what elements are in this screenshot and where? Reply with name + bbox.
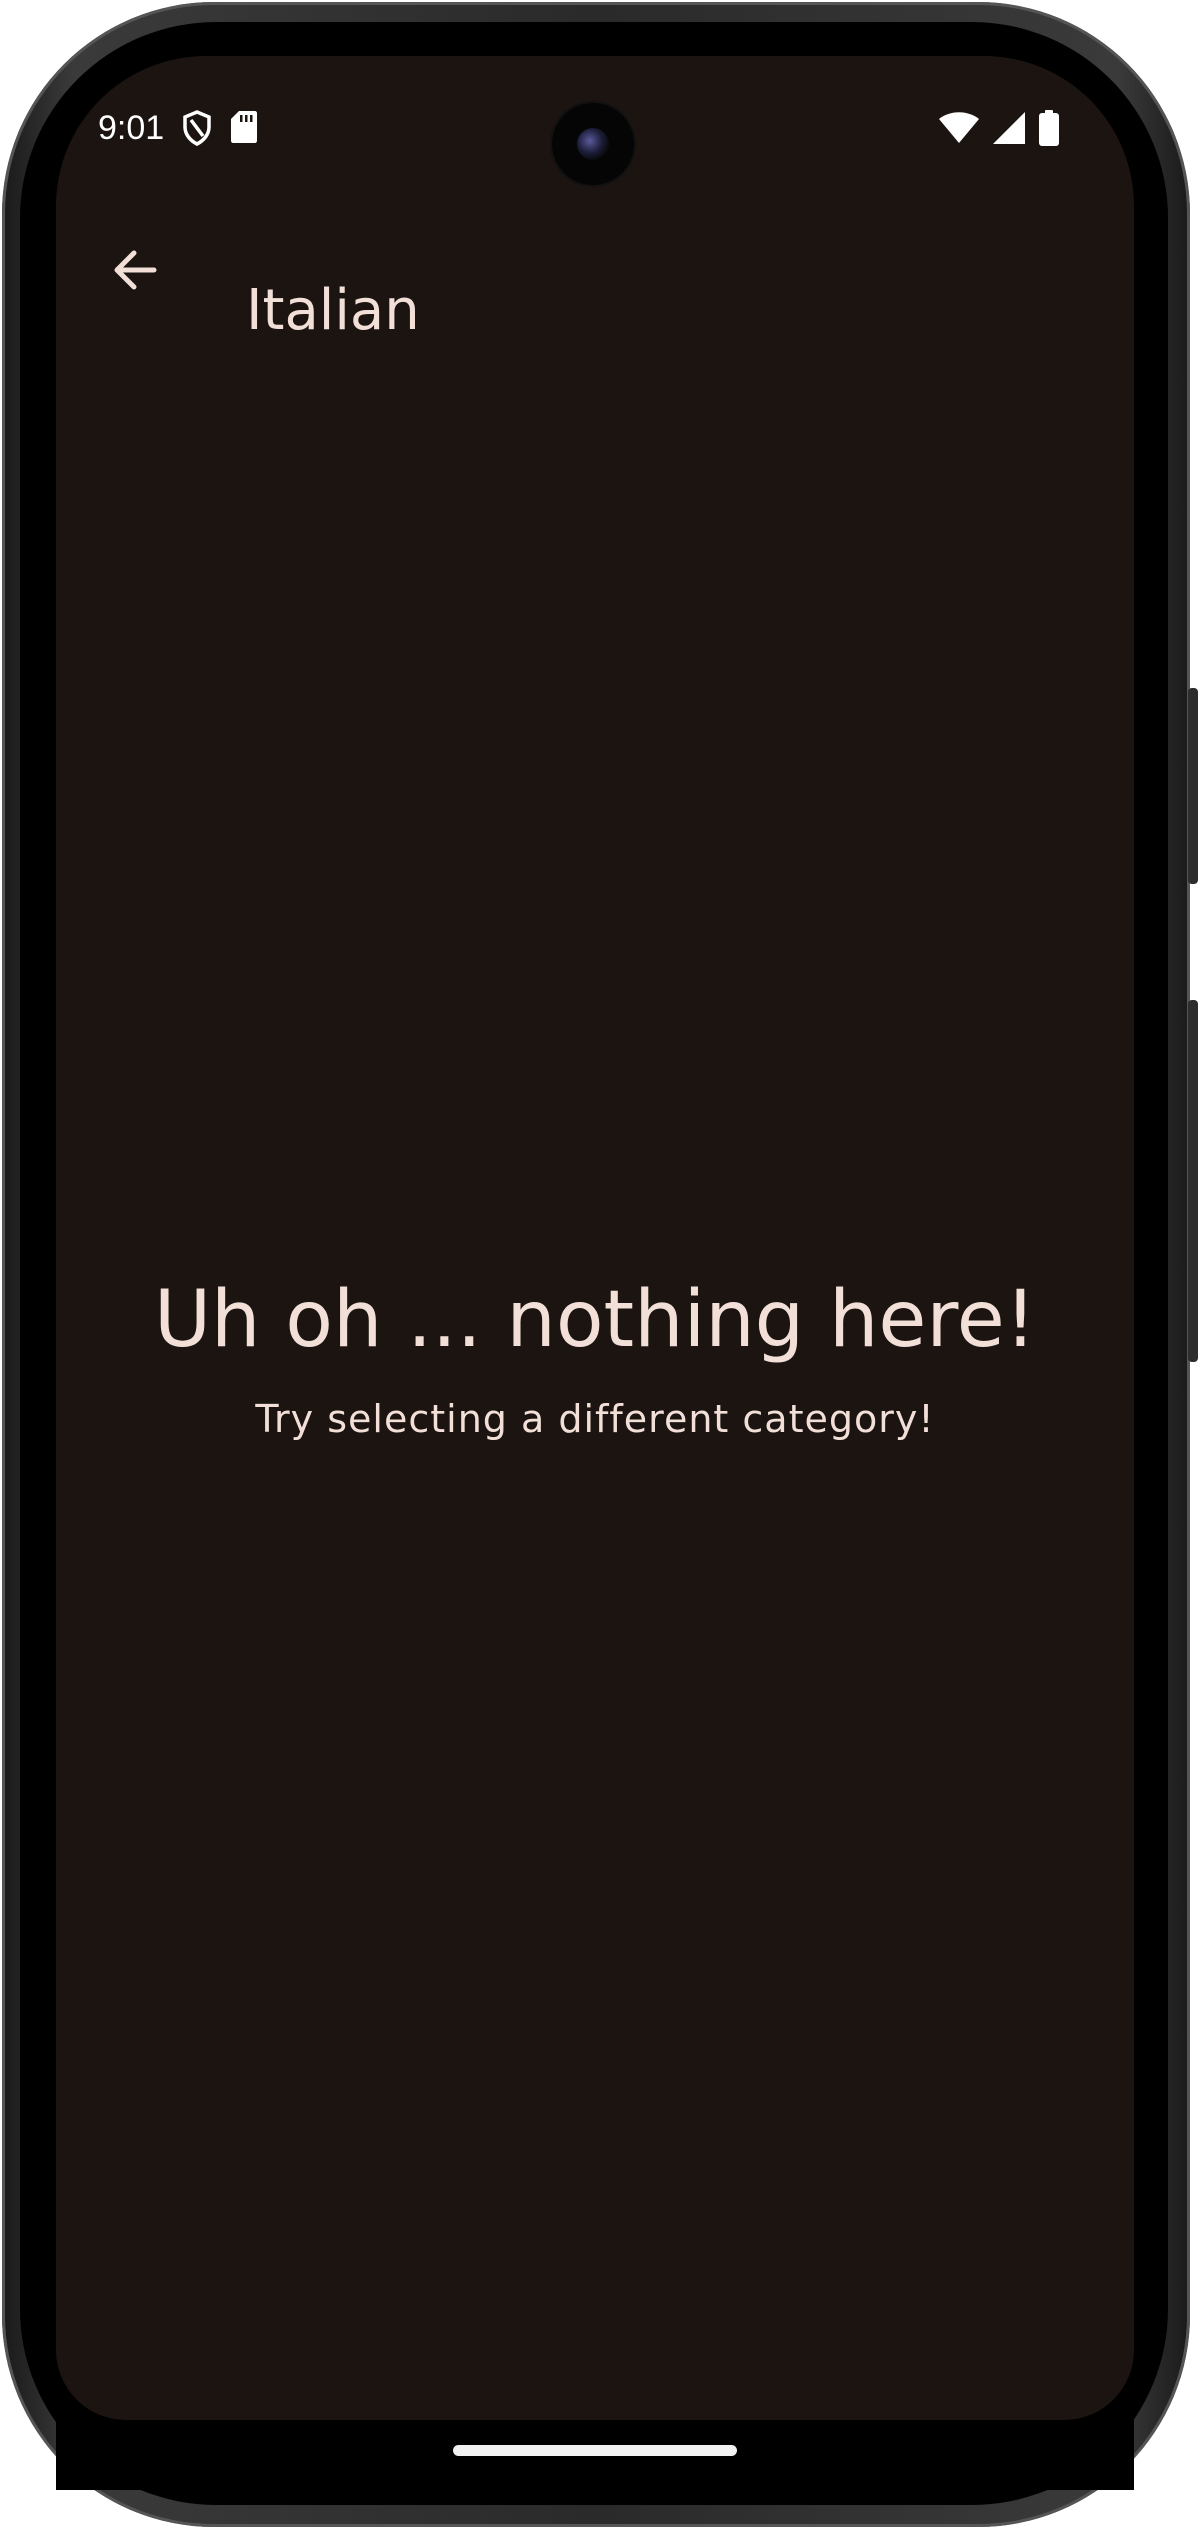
home-indicator[interactable] bbox=[453, 2445, 737, 2456]
back-button[interactable] bbox=[94, 232, 174, 312]
status-bar: 9:01 bbox=[98, 106, 1078, 150]
app-screen bbox=[56, 56, 1134, 2420]
status-left-icons bbox=[182, 110, 258, 151]
battery-icon bbox=[1038, 110, 1060, 151]
status-right-icons bbox=[938, 110, 1060, 151]
empty-state-message: Try selecting a different category! bbox=[255, 1397, 935, 1441]
page-title: Italian bbox=[246, 277, 420, 343]
volume-button bbox=[1188, 1000, 1198, 1362]
shield-icon bbox=[182, 110, 212, 151]
empty-state: Uh oh ... nothing here! Try selecting a … bbox=[56, 1270, 1134, 1444]
wifi-icon bbox=[938, 111, 980, 150]
signal-icon bbox=[992, 111, 1026, 150]
empty-state-heading: Uh oh ... nothing here! bbox=[153, 1275, 1037, 1365]
power-button bbox=[1188, 688, 1198, 884]
top-app-bar: Italian bbox=[56, 218, 1134, 343]
phone-device: 9:01 Italian Uh oh ... nothing here! Try… bbox=[0, 0, 1198, 2531]
sd-card-icon bbox=[230, 110, 258, 151]
arrow-back-icon bbox=[110, 246, 158, 299]
status-time: 9:01 bbox=[98, 109, 165, 147]
